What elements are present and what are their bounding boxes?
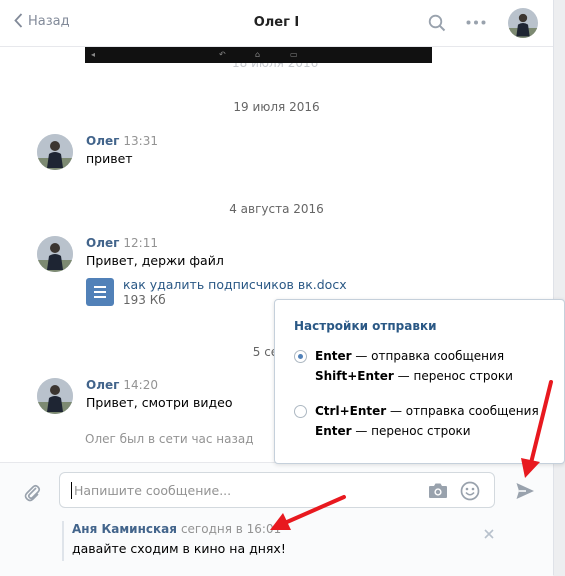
- option-line: Enter — отправка сообщения: [315, 349, 505, 363]
- radio-selected[interactable]: [294, 350, 307, 363]
- file-size: 193 Кб: [123, 293, 166, 307]
- send-settings-popup: Настройки отправки Enter — отправка сооб…: [274, 299, 565, 464]
- message-time: 12:11: [123, 236, 158, 250]
- video-preview-strip[interactable]: ◂ ↶ ⌂ ▭: [85, 47, 432, 63]
- date-separator: 19 июля 2016: [233, 100, 320, 114]
- send-icon[interactable]: [515, 481, 535, 501]
- reply-text: давайте сходим в кино на днях!: [72, 541, 286, 556]
- chat-window: Назад Олег І ◂ ↶ ⌂ ▭ 18 июля 2016 19 июл…: [0, 0, 554, 576]
- message-author[interactable]: Олег 13:31: [86, 134, 158, 148]
- option-line: Ctrl+Enter — отправка сообщения: [315, 404, 539, 418]
- avatar[interactable]: [37, 378, 73, 414]
- avatar[interactable]: [37, 236, 73, 272]
- message-input-placeholder: Напишите сообщение...: [74, 483, 232, 498]
- reply-author[interactable]: Аня Каминская сегодня в 16:01: [72, 522, 281, 536]
- date-separator: 4 августа 2016: [229, 202, 324, 216]
- online-status: Олег был в сети час назад: [85, 432, 254, 446]
- reply-time: сегодня в 16:01: [180, 522, 282, 536]
- camera-icon[interactable]: [428, 482, 448, 499]
- message-time: 13:31: [123, 134, 158, 148]
- file-name-link[interactable]: как удалить подписчиков вк.docx: [123, 277, 347, 292]
- smile-icon[interactable]: [460, 481, 480, 501]
- video-control-icon: ▭: [290, 50, 298, 59]
- message-text: Привет, держи файл: [86, 253, 224, 268]
- document-icon: [86, 278, 114, 306]
- video-control-icon: ◂: [91, 50, 96, 59]
- settings-title: Настройки отправки: [294, 319, 437, 333]
- video-control-icon: ⌂: [255, 50, 261, 59]
- header-avatar[interactable]: [508, 8, 538, 38]
- option-line: Shift+Enter — перенос строки: [315, 369, 513, 383]
- forwarded-message: Аня Каминская сегодня в 16:01 давайте схо…: [62, 521, 504, 561]
- close-icon[interactable]: [484, 529, 494, 539]
- video-control-icon: ↶: [219, 50, 226, 59]
- chat-header: Назад Олег І: [0, 0, 553, 47]
- radio-unselected[interactable]: [294, 405, 307, 418]
- message-author[interactable]: Олег 12:11: [86, 236, 158, 250]
- message-text: привет: [86, 151, 133, 166]
- text-caret: [71, 482, 72, 499]
- message-author[interactable]: Олег 14:20: [86, 378, 158, 392]
- message-text: Привет, смотри видео: [86, 395, 233, 410]
- message-time: 14:20: [123, 378, 158, 392]
- avatar[interactable]: [37, 134, 73, 170]
- option-line: Enter — перенос строки: [315, 424, 471, 438]
- search-icon[interactable]: [428, 14, 446, 32]
- more-icon[interactable]: [466, 20, 486, 25]
- paperclip-icon[interactable]: [23, 482, 41, 502]
